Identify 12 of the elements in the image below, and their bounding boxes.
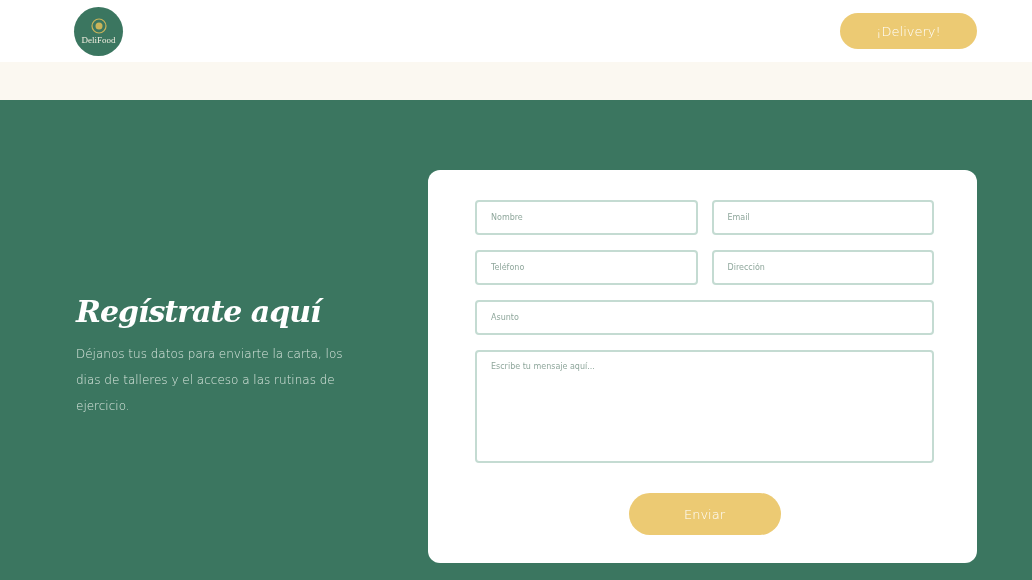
section-title: Regístrate aquí xyxy=(76,294,361,329)
input-field[interactable]: Nombre xyxy=(475,200,698,235)
delivery-button[interactable]: ¡Delivery! xyxy=(840,13,977,49)
input-field[interactable]: Teléfono xyxy=(475,250,698,285)
input-field[interactable]: Email xyxy=(711,200,934,235)
submit-button[interactable]: Enviar xyxy=(628,493,781,535)
input-field[interactable]: Asunto xyxy=(475,300,934,335)
input-field[interactable]: Dirección xyxy=(711,250,934,285)
section-description: Déjanos tus datos para enviarte la carta, los dias de talleres y el acceso a las rutinas de ejercicio. xyxy=(76,346,344,415)
logo-text: DeliFood xyxy=(81,35,116,45)
logo[interactable]: DeliFood xyxy=(74,6,123,56)
message-field[interactable]: Escribe tu mensaje aquí... xyxy=(475,350,934,463)
